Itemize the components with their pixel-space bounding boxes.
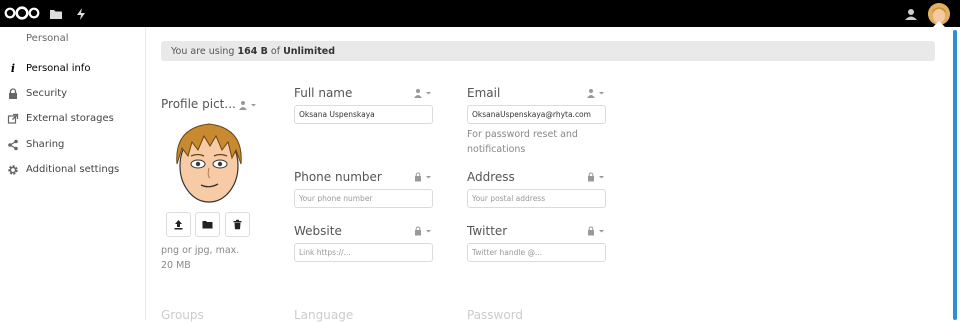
quota-prefix: You are using: [171, 46, 238, 57]
address-scope-lock-icon[interactable]: [587, 172, 605, 182]
website-label: Website: [294, 224, 342, 238]
sidebar-item-label: Personal info: [26, 63, 91, 74]
share-icon: [7, 139, 19, 151]
contacts-icon[interactable]: [904, 8, 918, 20]
sidebar-item-additional-settings[interactable]: Additional settings: [0, 158, 146, 183]
phone-scope-lock-icon[interactable]: [414, 172, 432, 182]
website-scope-lock-icon[interactable]: [414, 226, 432, 236]
settings-sidebar: Personal i Personal info Security Extern…: [0, 27, 146, 320]
sidebar-item-personal-info[interactable]: i Personal info: [0, 57, 146, 82]
remove-avatar-button[interactable]: [225, 212, 250, 237]
quota-total: Unlimited: [283, 46, 335, 57]
full-name-input[interactable]: Oksana Uspenskaya: [294, 105, 433, 124]
phone-number-input[interactable]: Your phone number: [294, 189, 433, 208]
nextcloud-logo[interactable]: [4, 6, 40, 20]
email-hint: For password reset and notifications: [467, 129, 578, 155]
twitter-label: Twitter: [467, 224, 508, 238]
external-link-icon: [7, 113, 19, 125]
full-name-scope-icon[interactable]: [414, 88, 432, 98]
twitter-scope-lock-icon[interactable]: [587, 226, 605, 236]
activity-bolt-icon[interactable]: [74, 7, 88, 21]
website-input[interactable]: Link https://...: [294, 243, 433, 262]
upload-avatar-button[interactable]: [166, 212, 191, 237]
profile-avatar-image: [176, 123, 242, 203]
sidebar-item-sharing[interactable]: Sharing: [0, 133, 146, 158]
email-scope-icon[interactable]: [587, 88, 605, 98]
avatar-format-hint: png or jpg, max. 20 MB: [161, 245, 240, 271]
choose-avatar-from-files-button[interactable]: [195, 212, 220, 237]
sidebar-section-title: Personal: [26, 33, 69, 44]
upload-icon: [174, 220, 183, 230]
page-scrollbar[interactable]: [953, 30, 957, 320]
full-name-label: Full name: [294, 86, 353, 100]
twitter-input[interactable]: Twitter handle @...: [467, 243, 606, 262]
storage-quota-bar: You are using 164 B of Unlimited: [161, 41, 935, 61]
info-icon: i: [10, 62, 16, 75]
profile-picture-label: Profile pict...: [161, 97, 236, 111]
sidebar-item-external-storages[interactable]: External storages: [0, 107, 146, 132]
address-input[interactable]: Your postal address: [467, 189, 606, 208]
trash-icon: [233, 219, 242, 230]
sidebar-item-label: Security: [26, 88, 68, 99]
sidebar-item-label: Sharing: [26, 139, 65, 150]
folder-icon: [202, 221, 213, 229]
email-label: Email: [467, 86, 501, 100]
address-label: Address: [467, 170, 515, 184]
gear-icon: [7, 164, 19, 176]
sidebar-item-label: External storages: [26, 113, 114, 124]
email-input[interactable]: OksanaUspenskaya@rhyta.com: [467, 105, 606, 124]
scope-contacts-icon[interactable]: [239, 100, 257, 110]
sidebar-item-security[interactable]: Security: [0, 82, 146, 107]
lock-icon: [7, 88, 19, 100]
top-header: [0, 0, 960, 27]
quota-used: 164 B: [237, 46, 268, 57]
menu-caret: [933, 21, 945, 27]
phone-number-label: Phone number: [294, 170, 382, 184]
files-folder-icon[interactable]: [49, 7, 63, 21]
quota-text: You are using 164 B of Unlimited: [171, 46, 335, 57]
sidebar-item-label: Additional settings: [26, 164, 120, 175]
quota-middle: of: [267, 46, 284, 57]
